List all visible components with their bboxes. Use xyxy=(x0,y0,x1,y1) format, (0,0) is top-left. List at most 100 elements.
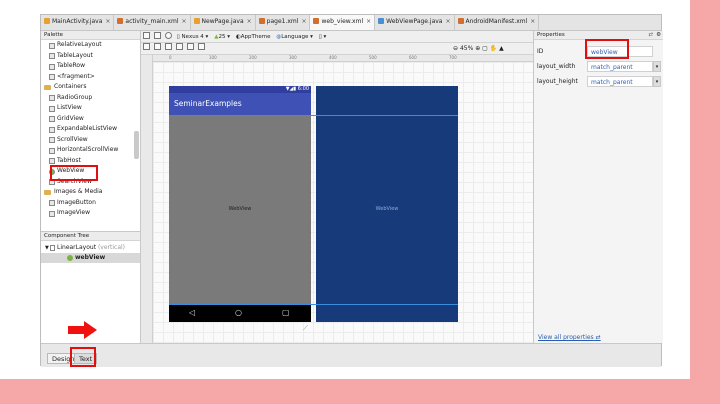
dropdown-icon[interactable]: ▾ xyxy=(653,61,661,72)
palette-category-label: Images & Media xyxy=(54,188,103,195)
orientation-icon[interactable] xyxy=(164,32,172,39)
api-selector[interactable]: ▲25 ▾ xyxy=(212,31,232,42)
theme-selector[interactable]: ◐AppTheme xyxy=(234,31,273,42)
palette-category[interactable]: Images & Media xyxy=(41,187,140,198)
guidelines-icon[interactable] xyxy=(197,43,205,50)
palette-item[interactable]: RelativeLayout xyxy=(41,40,140,51)
pan-hand-icon[interactable]: ✋ xyxy=(490,45,497,52)
widget-icon xyxy=(49,210,55,217)
palette-scrollbar[interactable] xyxy=(134,131,139,159)
palette-item[interactable]: ImageButton xyxy=(41,198,140,209)
ruler-tick-label: 500 xyxy=(369,55,377,60)
widget-icon xyxy=(49,74,55,80)
palette-item-label: TabHost xyxy=(57,156,81,164)
close-icon[interactable]: × xyxy=(182,18,187,25)
editor-tab[interactable]: web_view.xml × xyxy=(310,15,376,30)
zoom-in-icon[interactable]: ⊕ xyxy=(475,45,480,52)
property-value-field[interactable]: match_parent xyxy=(587,61,653,72)
palette-item[interactable]: ImageView xyxy=(41,208,140,219)
properties-toggle-icon[interactable]: ⇄ xyxy=(648,31,653,40)
palette-panel: Palette RelativeLayout TableLayout TableRo… xyxy=(41,31,141,231)
editor-tab-bar: MainActivity.java × activity_main.xml × NewP… xyxy=(41,15,661,31)
palette-item[interactable]: HorizontalScrollView xyxy=(41,145,140,156)
view-all-properties-link[interactable]: View all properties ⇄ xyxy=(538,334,601,341)
widget-icon xyxy=(49,63,55,70)
align-icon[interactable] xyxy=(186,43,194,50)
api-label: 25 xyxy=(218,34,226,40)
resize-handle-icon[interactable]: ⟋ xyxy=(303,324,308,333)
property-value-field[interactable]: match_parent xyxy=(587,76,653,87)
margins-icon[interactable] xyxy=(164,43,172,50)
folder-icon xyxy=(44,190,51,195)
editor-tab[interactable]: page1.xml × xyxy=(256,15,311,30)
editor-tab[interactable]: WebViewPage.java × xyxy=(375,15,455,30)
close-icon[interactable]: × xyxy=(301,18,306,25)
editor-tab[interactable]: MainActivity.java × xyxy=(41,15,115,30)
widget-icon xyxy=(49,95,55,101)
palette-item-label: ScrollView xyxy=(57,135,88,143)
file-icon xyxy=(313,18,320,24)
id-field-highlight xyxy=(585,39,629,59)
tree-item-linearlayout[interactable]: ▼ LinearLayout (vertical) xyxy=(41,243,140,253)
layout-variant-selector[interactable]: ▯ ▾ xyxy=(317,31,329,42)
widget-icon xyxy=(49,147,55,154)
palette-item-label: RelativeLayout xyxy=(57,41,102,48)
ruler-tick-label: 600 xyxy=(409,55,417,60)
palette-item[interactable]: ExpandableListView xyxy=(41,124,140,135)
nav-back-icon: ◁ xyxy=(189,308,196,317)
zoom-level: 45% xyxy=(459,45,474,52)
palette-item[interactable]: ListView xyxy=(41,103,140,114)
palette-item[interactable]: TableRow xyxy=(41,61,140,72)
tree-root-label: LinearLayout xyxy=(57,244,97,251)
language-selector[interactable]: ◍Language ▾ xyxy=(274,31,314,42)
editor-bottom-tabs: Design Text xyxy=(41,343,661,367)
dropdown-icon[interactable]: ▾ xyxy=(653,76,661,87)
editor-tab[interactable]: AndroidManifest.xml × xyxy=(455,15,540,30)
editor-tab[interactable]: NewPage.java × xyxy=(191,15,256,30)
navigation-bar: ◁ ○ ▢ xyxy=(169,304,311,322)
zoom-fit-icon[interactable]: ▢ xyxy=(482,45,488,52)
properties-settings-icon[interactable]: ⚙ xyxy=(656,31,661,40)
status-bar: ▼◢▮ 6:00 xyxy=(169,86,311,93)
palette-item-label: GridView xyxy=(57,114,84,122)
text-tab-highlight xyxy=(70,347,96,367)
device-selector[interactable]: ▯ Nexus 4 ▾ xyxy=(175,31,211,42)
expand-arrow-icon[interactable]: ▼ xyxy=(45,243,49,253)
close-icon[interactable]: × xyxy=(530,18,535,25)
pack-icon[interactable] xyxy=(175,43,183,50)
layout-canvas[interactable]: ▼◢▮ 6:00 SeminarExamples WebView ◁ ○ ▢ W… xyxy=(153,62,533,343)
editor-tab[interactable]: activity_main.xml × xyxy=(114,15,191,30)
tree-item-webview[interactable]: webView xyxy=(41,253,140,263)
property-row: layout_width match_parent ▾ xyxy=(534,60,663,73)
palette-item-label: ImageButton xyxy=(57,198,96,206)
blueprint-mode-icon[interactable] xyxy=(153,32,161,39)
constraints-icon[interactable] xyxy=(153,43,161,50)
palette-item[interactable]: <fragment> xyxy=(41,72,140,83)
warning-icon[interactable]: ▲ xyxy=(499,45,504,52)
properties-panel: Properties ⇄ ⚙ ID webView layout_width matc… xyxy=(533,31,663,343)
design-editor: ▯ Nexus 4 ▾ ▲25 ▾ ◐AppTheme ◍Language ▾ … xyxy=(141,31,533,343)
close-icon[interactable]: × xyxy=(366,18,371,25)
palette-item[interactable]: TableLayout xyxy=(41,51,140,62)
palette-item[interactable]: GridView xyxy=(41,114,140,125)
swap-icon: ⇄ xyxy=(595,334,601,341)
device-label: Nexus 4 xyxy=(181,34,204,40)
layout-variant-icon: ▯ xyxy=(318,34,322,40)
palette-item[interactable]: ScrollView xyxy=(41,135,140,146)
status-time: 6:00 xyxy=(297,86,309,92)
close-icon[interactable]: × xyxy=(247,18,252,25)
zoom-out-icon[interactable]: ⊖ xyxy=(453,45,458,52)
tab-label: page1.xml xyxy=(266,18,299,25)
pan-icon[interactable] xyxy=(143,43,150,50)
close-icon[interactable]: × xyxy=(105,18,110,25)
file-icon xyxy=(457,18,464,24)
close-icon[interactable]: × xyxy=(445,18,450,25)
widget-icon xyxy=(49,42,55,49)
theme-label: AppTheme xyxy=(240,34,271,40)
palette-item[interactable]: RadioGroup xyxy=(41,93,140,104)
tab-label: web_view.xml xyxy=(321,18,364,25)
ruler-tick-label: 100 xyxy=(209,55,217,60)
palette-category[interactable]: Containers xyxy=(41,82,140,93)
component-tree-header: Component Tree xyxy=(41,232,140,241)
design-mode-icon[interactable] xyxy=(143,32,150,39)
